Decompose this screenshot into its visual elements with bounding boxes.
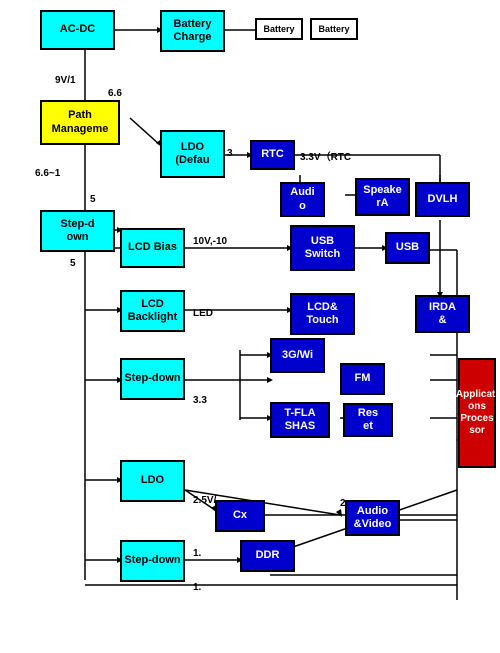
stepdown2-block: Step-down xyxy=(120,358,185,400)
lcd-touch-block: LCD&Touch xyxy=(290,293,355,335)
acdc-block: AC-DC xyxy=(40,10,115,50)
lcd-bias-block: LCD Bias xyxy=(120,228,185,268)
v9-label: 9V/1 xyxy=(55,75,76,86)
block-diagram: AC-DC BatteryCharge Battery Battery 9V/1… xyxy=(0,0,500,653)
v10-label: 10V,-10 xyxy=(193,236,227,247)
v33-rtc-label: 3.3V（RTC xyxy=(300,148,351,163)
v66-label: 6.6 xyxy=(108,88,122,99)
usb-block: USB xyxy=(385,232,430,264)
v5-2-label: 5 xyxy=(70,258,76,269)
v33-label: 3.3 xyxy=(193,395,207,406)
battery1-block: Battery xyxy=(255,18,303,40)
v1-2-label: 1. xyxy=(193,582,201,593)
led-label: LED xyxy=(193,308,213,319)
g3wifi-block: 3G/Wi xyxy=(270,338,325,373)
apps-processor-block: ApplicationsProcessor xyxy=(458,358,496,468)
speaker-block: SpeakerA xyxy=(355,178,410,216)
stepdown3-block: Step-down xyxy=(120,540,185,582)
v25-label: 2.5V/ xyxy=(193,495,216,506)
ddr-block: DDR xyxy=(240,540,295,572)
stepdown1-block: Step-down xyxy=(40,210,115,252)
reset-block: Reset xyxy=(343,403,393,437)
tf-flash-block: T-FLASHAS xyxy=(270,402,330,438)
v5-1-label: 5 xyxy=(90,194,96,205)
v661-label: 6.6~1 xyxy=(35,168,60,179)
ldo-defau-block: LDO(Defau xyxy=(160,130,225,178)
audio-block: Audio xyxy=(280,182,325,217)
rtc-block: RTC xyxy=(250,140,295,170)
battery2-block: Battery xyxy=(310,18,358,40)
usb-switch-block: USBSwitch xyxy=(290,225,355,271)
cx-block: Cx xyxy=(215,500,265,532)
fm-block: FM xyxy=(340,363,385,395)
lcd-backlight-block: LCDBacklight xyxy=(120,290,185,332)
path-management-block: PathManageme xyxy=(40,100,120,145)
v3-label: 3 xyxy=(227,148,233,159)
v1-1-label: 1. xyxy=(193,548,201,559)
irda-block: IRDA& xyxy=(415,295,470,333)
ldo2-block: LDO xyxy=(120,460,185,502)
battery-charge-block: BatteryCharge xyxy=(160,10,225,52)
audio-video-block: Audio&Video xyxy=(345,500,400,536)
dvlh-block: DVLH xyxy=(415,182,470,217)
